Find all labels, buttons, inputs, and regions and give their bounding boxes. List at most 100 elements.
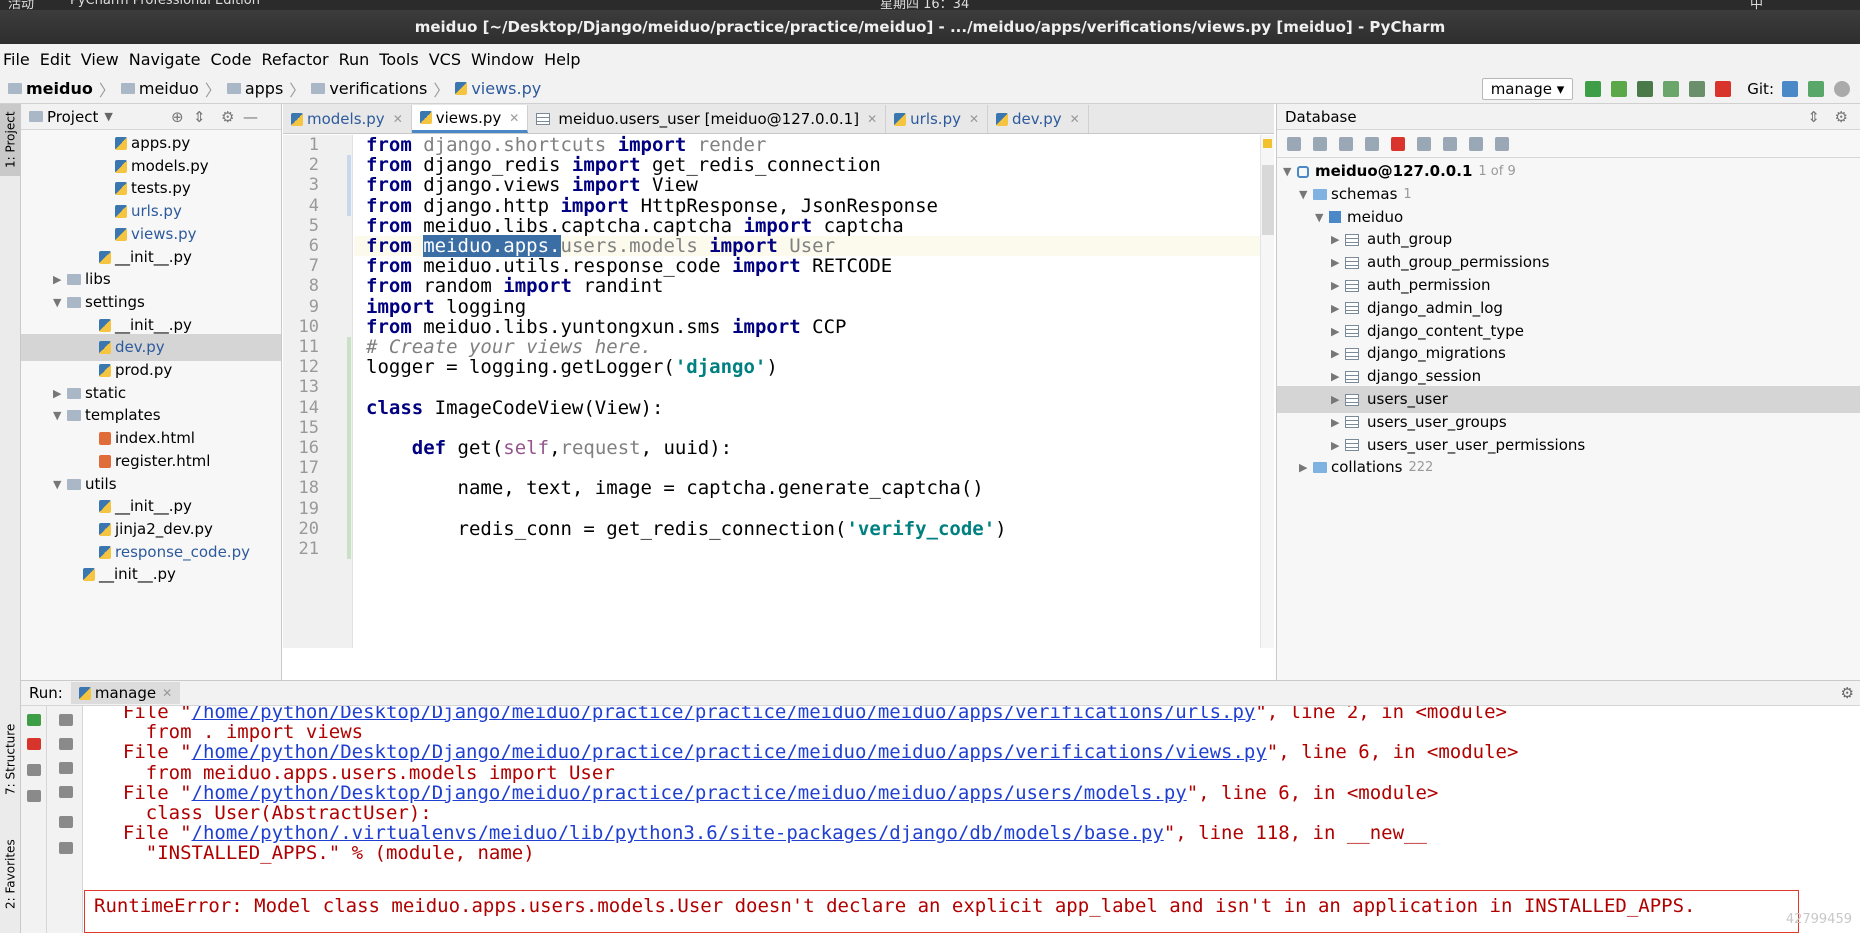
print-icon[interactable] bbox=[59, 816, 73, 828]
refresh-icon[interactable] bbox=[1339, 136, 1353, 151]
copy-icon[interactable] bbox=[1313, 136, 1327, 151]
profile-icon[interactable] bbox=[1663, 81, 1680, 97]
editor-scrollbar[interactable] bbox=[1260, 135, 1274, 648]
input-method-indicator[interactable]: 中 bbox=[1750, 0, 1763, 10]
stop-icon[interactable] bbox=[1391, 136, 1405, 151]
structure-tool-tab[interactable]: 7: Structure bbox=[0, 714, 21, 804]
breadcrumb-item[interactable]: meiduo 〉 bbox=[8, 77, 115, 101]
git-update-icon[interactable] bbox=[1782, 81, 1798, 97]
project-panel-title[interactable]: Project bbox=[47, 108, 98, 126]
editor-tab[interactable]: views.py ✕ bbox=[411, 105, 529, 133]
trash-icon[interactable] bbox=[59, 842, 73, 854]
menu-navigate[interactable]: Navigate bbox=[129, 50, 201, 69]
favorites-tool-tab[interactable]: 2: Favorites bbox=[0, 824, 21, 924]
project-tree-label: register.html bbox=[115, 451, 211, 470]
up-arrow-icon[interactable] bbox=[59, 714, 73, 726]
folder-icon bbox=[8, 83, 22, 94]
run-config-select[interactable]: manage ▾ bbox=[1481, 78, 1574, 100]
filter-icon[interactable] bbox=[1495, 136, 1509, 151]
scrollbar-thumb[interactable] bbox=[1262, 165, 1274, 235]
line-number: 4 bbox=[308, 195, 319, 216]
code-token: request bbox=[560, 437, 641, 459]
breadcrumb-item[interactable]: apps 〉 bbox=[226, 77, 305, 101]
breadcrumb-item[interactable]: views.py bbox=[455, 79, 541, 98]
close-icon[interactable]: ✕ bbox=[969, 112, 979, 126]
menu-file[interactable]: File bbox=[3, 50, 30, 69]
project-tree-item[interactable]: __init__.py bbox=[21, 561, 176, 588]
locate-icon[interactable]: ⊕ bbox=[171, 108, 184, 126]
python-file-icon bbox=[455, 82, 468, 95]
close-icon[interactable]: ✕ bbox=[509, 111, 519, 125]
chevron-right-icon[interactable]: ▶ bbox=[1299, 454, 1313, 481]
menu-run[interactable]: Run bbox=[339, 50, 370, 69]
menu-code[interactable]: Code bbox=[211, 50, 252, 69]
close-icon[interactable]: ✕ bbox=[867, 112, 877, 126]
stop-icon[interactable] bbox=[27, 738, 41, 750]
chevron-down-icon[interactable]: ▼ bbox=[104, 110, 112, 123]
editor-tab[interactable]: models.py ✕ bbox=[283, 105, 412, 133]
code-editor[interactable]: from django.shortcuts import render from … bbox=[354, 135, 1260, 648]
gear-icon[interactable]: ⚙ bbox=[1841, 684, 1854, 702]
stop-icon[interactable] bbox=[1715, 81, 1732, 97]
schema-sync-icon[interactable] bbox=[1365, 136, 1379, 151]
menu-refactor[interactable]: Refactor bbox=[261, 50, 328, 69]
close-icon[interactable]: ✕ bbox=[393, 112, 403, 126]
folder-icon bbox=[1313, 462, 1327, 474]
hide-icon[interactable]: — bbox=[243, 108, 258, 126]
run-tab-manage[interactable]: manage ✕ bbox=[70, 682, 181, 704]
pin-icon[interactable] bbox=[27, 790, 41, 802]
vcs-change-marker[interactable] bbox=[347, 337, 351, 560]
menu-vcs[interactable]: VCS bbox=[429, 50, 461, 69]
concurrency-icon[interactable] bbox=[1689, 81, 1706, 97]
collapse-all-icon[interactable]: ⇕ bbox=[193, 108, 206, 126]
python-file-icon bbox=[291, 112, 303, 126]
layout-icon[interactable] bbox=[27, 764, 41, 776]
editor-tab[interactable]: dev.py ✕ bbox=[988, 105, 1089, 133]
breadcrumb-item[interactable]: verifications 〉 bbox=[311, 77, 449, 101]
table-icon bbox=[1345, 439, 1359, 452]
line-number: 9 bbox=[308, 296, 319, 317]
menu-view[interactable]: View bbox=[81, 50, 119, 69]
navigation-bar: meiduo 〉 meiduo 〉 apps 〉 verifications 〉 views.p… bbox=[0, 74, 1860, 104]
breadcrumb-item[interactable]: meiduo 〉 bbox=[120, 77, 221, 101]
close-icon[interactable]: ✕ bbox=[1070, 112, 1080, 126]
collapse-all-icon[interactable]: ⇕ bbox=[1807, 108, 1820, 126]
scroll-to-end-icon[interactable] bbox=[59, 786, 73, 798]
console-icon[interactable] bbox=[1469, 136, 1483, 151]
run-console[interactable]: 42799459 File "/home/python/Desktop/Djan… bbox=[84, 706, 1860, 933]
project-tool-tab[interactable]: 1: Project bbox=[0, 104, 21, 176]
menu-edit[interactable]: Edit bbox=[40, 50, 71, 69]
rerun-icon[interactable] bbox=[27, 714, 41, 726]
close-icon[interactable]: ✕ bbox=[162, 686, 172, 700]
edit-icon[interactable] bbox=[1443, 136, 1457, 151]
gear-icon[interactable]: ⚙ bbox=[221, 108, 234, 126]
app-menu[interactable]: PyCharm Professional Edition bbox=[70, 0, 260, 8]
vcs-change-marker[interactable] bbox=[347, 155, 351, 216]
table-icon bbox=[1345, 393, 1359, 406]
git-history-icon[interactable] bbox=[1834, 81, 1850, 97]
editor-tab[interactable]: meiduo.users_user [meiduo@127.0.0.1] ✕ bbox=[528, 105, 887, 133]
menu-window[interactable]: Window bbox=[471, 50, 534, 69]
database-tree-label: collations bbox=[1331, 458, 1403, 477]
code-token: ) bbox=[995, 517, 1007, 540]
line-number: 14 bbox=[298, 397, 319, 418]
down-arrow-icon[interactable] bbox=[59, 738, 73, 750]
menu-help[interactable]: Help bbox=[544, 50, 580, 69]
debug-icon[interactable] bbox=[1611, 81, 1628, 97]
soft-wrap-icon[interactable] bbox=[59, 762, 73, 774]
gear-icon[interactable]: ⚙ bbox=[1835, 108, 1848, 126]
database-tree-item[interactable]: ▶ collations 222 bbox=[1277, 454, 1433, 481]
coverage-icon[interactable] bbox=[1637, 81, 1654, 97]
line-number: 17 bbox=[298, 458, 319, 479]
inspection-status-icon[interactable] bbox=[1263, 139, 1272, 148]
add-icon[interactable] bbox=[1287, 136, 1301, 151]
table-editor-icon[interactable] bbox=[1417, 136, 1431, 151]
git-commit-icon[interactable] bbox=[1808, 81, 1824, 97]
editor-tab[interactable]: urls.py ✕ bbox=[886, 105, 989, 133]
code-token: class bbox=[366, 396, 424, 419]
menu-tools[interactable]: Tools bbox=[379, 50, 418, 69]
activities-button[interactable]: 活动 bbox=[8, 0, 34, 10]
rerun-icon[interactable] bbox=[1585, 81, 1602, 97]
clock[interactable]: 星期四 16：34 bbox=[880, 0, 969, 10]
